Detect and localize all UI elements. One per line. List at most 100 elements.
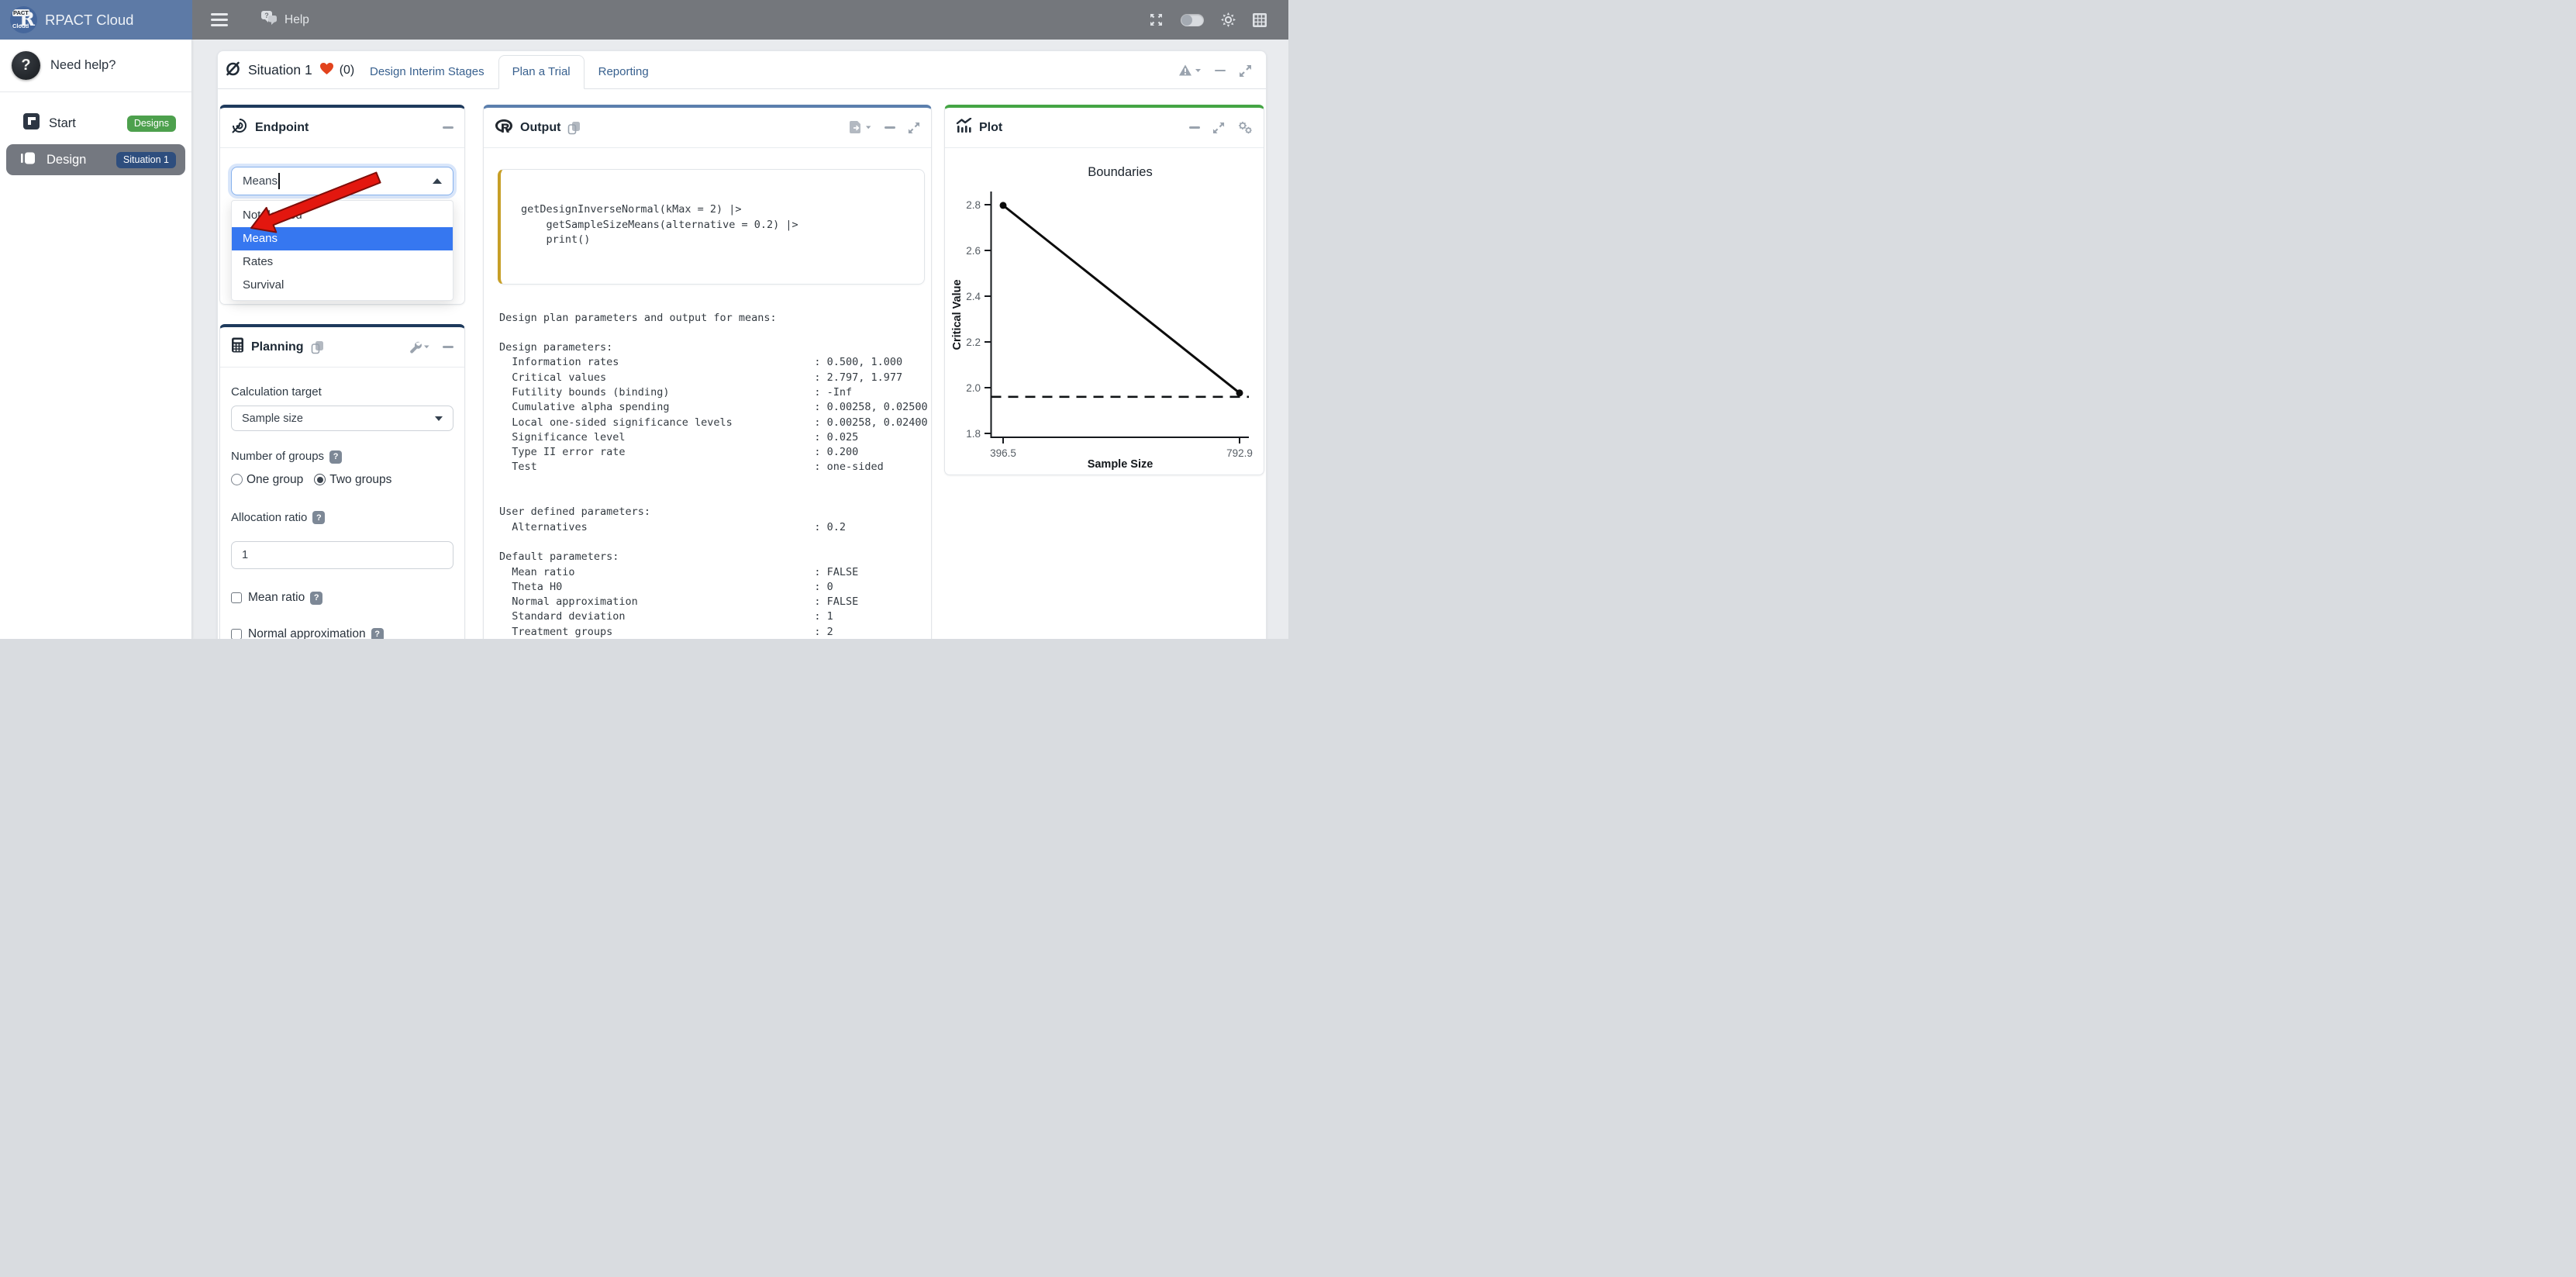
r-logo-icon	[495, 119, 513, 137]
normal-approximation-label: Normal approximation	[248, 627, 366, 639]
calculation-target-select[interactable]: Sample size	[231, 406, 453, 431]
svg-text:?: ?	[264, 12, 269, 19]
logo-pact-text: PACT	[12, 9, 29, 16]
collapse-output-icon[interactable]	[885, 126, 895, 129]
need-help-link[interactable]: ? Need help?	[0, 40, 191, 91]
number-of-groups-label: Number of groups?	[231, 450, 453, 464]
help-question-badge[interactable]: ?	[310, 592, 322, 605]
sidebar-item-design[interactable]: Design Situation 1	[6, 144, 185, 175]
mean-ratio-checkbox[interactable]	[231, 592, 242, 603]
export-dropdown-icon[interactable]	[849, 120, 872, 135]
favorite-heart-icon[interactable]	[319, 62, 334, 79]
option-rates[interactable]: Rates	[232, 250, 453, 274]
svg-text:Critical Value: Critical Value	[951, 279, 964, 350]
option-survival[interactable]: Survival	[232, 274, 453, 297]
sidebar-item-label: Start	[49, 116, 76, 131]
designs-badge: Designs	[127, 116, 176, 132]
help-button[interactable]: ? Help	[260, 10, 309, 29]
rpact-logo: R PACT Cloud	[10, 6, 37, 33]
app-title: RPACT Cloud	[45, 12, 133, 29]
collapse-plot-icon[interactable]	[1189, 126, 1200, 129]
allocation-ratio-label: Allocation ratio?	[231, 511, 453, 525]
r-code-block: getDesignInverseNormal(kMax = 2) |> getS…	[498, 169, 925, 285]
tab-design-interim-stages[interactable]: Design Interim Stages	[356, 55, 498, 89]
start-icon	[23, 113, 40, 133]
tab-bar: Design Interim Stages Plan a Trial Repor…	[356, 55, 663, 89]
minimize-icon[interactable]	[1215, 70, 1226, 72]
situation-card: Situation 1 (0) Design Interim Stages Pl…	[217, 50, 1267, 639]
favorite-count: (0)	[340, 64, 355, 78]
radio-two-groups[interactable]	[314, 474, 326, 485]
main-area: Situation 1 (0) Design Interim Stages Pl…	[192, 40, 1288, 639]
sidebar-item-label: Design	[47, 153, 86, 167]
output-title: Output	[520, 121, 560, 135]
svg-text:396.5: 396.5	[990, 447, 1016, 459]
text-cursor	[278, 173, 280, 189]
help-question-badge[interactable]: ?	[329, 450, 342, 464]
chart-icon	[956, 118, 972, 137]
svg-text:2.4: 2.4	[966, 291, 981, 302]
expand-icon[interactable]	[1239, 64, 1252, 78]
collapse-planning-icon[interactable]	[443, 346, 453, 348]
svg-text:Boundaries: Boundaries	[1088, 165, 1152, 179]
radio-one-group[interactable]	[231, 474, 243, 485]
help-question-badge[interactable]: ?	[371, 628, 384, 640]
app-window: R PACT Cloud RPACT Cloud ? Help	[0, 0, 1288, 639]
situation-badge: Situation 1	[116, 152, 176, 168]
help-chat-icon: ?	[260, 10, 278, 29]
warnings-dropdown-icon[interactable]	[1178, 64, 1202, 78]
calculation-target-value: Sample size	[242, 412, 303, 425]
svg-text:2.2: 2.2	[966, 337, 981, 348]
brightness-sun-icon[interactable]	[1221, 12, 1236, 27]
copy-icon[interactable]	[567, 121, 581, 135]
caret-up-icon	[433, 178, 442, 184]
allocation-ratio-value: 1	[242, 549, 248, 561]
calculator-icon	[231, 337, 244, 357]
output-text: Design plan parameters and output for me…	[499, 311, 931, 640]
planning-panel: Planning	[219, 324, 465, 639]
endpoint-title: Endpoint	[255, 121, 309, 135]
fullscreen-icon[interactable]	[1149, 12, 1164, 27]
option-means[interactable]: Means	[232, 227, 453, 250]
plot-title: Plot	[979, 121, 1002, 135]
collapse-endpoint-icon[interactable]	[443, 126, 453, 129]
empty-set-icon	[225, 60, 241, 81]
normal-approximation-checkbox[interactable]	[231, 629, 242, 639]
calculation-target-label: Calculation target	[231, 385, 453, 399]
expand-plot-icon[interactable]	[1212, 122, 1225, 134]
copy-icon[interactable]	[311, 340, 324, 354]
situation-title: Situation 1	[248, 62, 312, 78]
need-help-label: Need help?	[50, 58, 116, 73]
svg-text:792.9: 792.9	[1226, 447, 1253, 459]
dark-mode-toggle[interactable]	[1181, 14, 1204, 26]
tab-reporting[interactable]: Reporting	[585, 55, 663, 89]
endpoint-select[interactable]: Means	[231, 167, 453, 195]
r-code: getDesignInverseNormal(kMax = 2) |> getS…	[521, 202, 916, 248]
tools-dropdown-icon[interactable]	[409, 340, 430, 354]
mean-ratio-label: Mean ratio	[248, 591, 305, 605]
allocation-ratio-input[interactable]: 1	[231, 541, 453, 569]
sidebar-item-start[interactable]: Start Designs	[6, 108, 185, 139]
output-panel: Output	[483, 105, 932, 639]
svg-text:1.8: 1.8	[966, 428, 981, 440]
endpoint-select-value: Means	[243, 174, 278, 188]
svg-text:2.8: 2.8	[966, 199, 981, 211]
boundaries-chart: Boundaries1.82.02.22.42.62.8396.5792.9Cr…	[945, 150, 1264, 471]
help-label: Help	[284, 13, 309, 27]
plot-settings-gears-icon[interactable]	[1237, 121, 1253, 135]
sidebar-toggle-icon[interactable]	[211, 13, 228, 26]
brand-header: R PACT Cloud RPACT Cloud	[0, 0, 192, 40]
grid-apps-icon[interactable]	[1253, 13, 1267, 27]
help-question-badge[interactable]: ?	[312, 511, 325, 524]
design-icon	[20, 150, 37, 171]
expand-output-icon[interactable]	[908, 122, 920, 134]
endpoint-dropdown-menu: Not defined Means Rates Survival	[231, 200, 453, 301]
planning-title: Planning	[251, 340, 304, 354]
endpoint-panel: Endpoint Means Not defined Means Rates	[219, 105, 465, 305]
plot-panel: Plot	[944, 105, 1264, 475]
topbar: ? Help	[192, 0, 1288, 40]
radio-one-group-label: One group	[247, 473, 303, 487]
tab-plan-a-trial[interactable]: Plan a Trial	[498, 55, 585, 89]
groups-radio-row: One group Two groups	[231, 473, 453, 487]
option-not-defined[interactable]: Not defined	[232, 204, 453, 227]
